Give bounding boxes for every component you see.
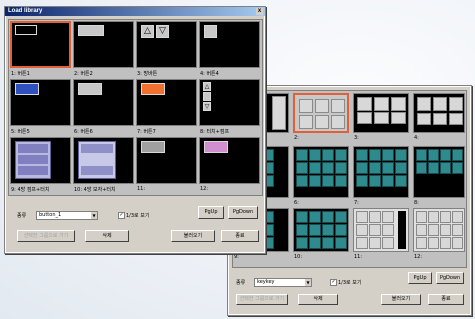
type-select[interactable]: keykey ▼ — [254, 278, 312, 287]
close-button[interactable]: 종료 — [428, 294, 464, 305]
chevron-down-icon: ▼ — [305, 279, 311, 286]
tile-caption: 3: — [354, 135, 359, 141]
pgdown-button[interactable]: PgDown — [228, 206, 258, 219]
tile-caption: 8: — [414, 200, 419, 206]
tile-slot-2[interactable] — [73, 21, 134, 68]
arrow-down-icon: ▽ — [203, 102, 211, 111]
window-titlebar[interactable]: Load library x — [5, 7, 265, 16]
view-third-label: 1/3로 보기 — [338, 280, 362, 286]
tile-caption: 12: — [414, 254, 423, 260]
type-label: 종류 — [236, 280, 246, 286]
tile-slot-1[interactable] — [10, 21, 71, 68]
load-button[interactable]: 불러오기 — [171, 230, 215, 242]
tile-slot-9[interactable] — [10, 137, 71, 184]
tile-caption: 6: — [294, 200, 299, 206]
tile-caption: 2: 버튼2 — [74, 71, 93, 77]
load-library-window-buttons: Load library x △ ▽ 1: 버튼1 2: 버튼2 3: 방바튼 … — [4, 6, 266, 254]
go-to-group-button[interactable]: 선택한 그룹으로 가기 — [236, 294, 288, 305]
tile-slot-10[interactable] — [293, 208, 349, 252]
chevron-down-icon: ▼ — [91, 212, 97, 219]
tile-caption: 12: — [200, 186, 209, 192]
tile-caption: 9: — [234, 254, 239, 260]
tile-slot-8[interactable]: △ ▽ — [199, 79, 260, 126]
pgdown-button[interactable]: PgDown — [436, 272, 464, 284]
arrow-up-icon: △ — [141, 25, 154, 38]
pgup-button[interactable]: PgUp — [408, 272, 432, 284]
view-third-checkbox[interactable]: ✓ — [330, 279, 337, 286]
tile-slot-3[interactable]: △ ▽ — [136, 21, 197, 68]
tile-caption: 10: 4방 보자+터치 — [74, 187, 116, 193]
go-to-group-button[interactable]: 선택한 그룹으로 가기 — [17, 230, 75, 242]
tile-slot-2[interactable] — [293, 93, 349, 133]
type-select-value: keykey — [257, 279, 275, 285]
arrow-down-icon: ▽ — [156, 25, 169, 38]
tile-caption: 4: — [414, 135, 419, 141]
tile-caption: 7: 버튼7 — [137, 129, 156, 135]
tile-caption: 2: — [294, 135, 299, 141]
arrow-up-icon: △ — [203, 82, 211, 91]
tile-slot-7[interactable] — [353, 146, 409, 198]
type-select[interactable]: button_1 ▼ — [36, 211, 98, 220]
tile-caption: 1: 버튼1 — [11, 71, 30, 77]
delete-button[interactable]: 삭제 — [298, 294, 338, 305]
tile-slot-10[interactable] — [73, 137, 134, 184]
tile-caption: 6: 버튼6 — [74, 129, 93, 135]
tile-caption: 3: 방바튼 — [137, 71, 158, 77]
tile-caption: 5: 버튼5 — [11, 129, 30, 135]
tile-slot-4[interactable] — [413, 93, 465, 133]
close-button[interactable]: 종료 — [221, 230, 259, 242]
tile-caption: 8: 터치+점프 — [200, 129, 230, 135]
tile-caption: 4: 버튼4 — [200, 71, 219, 77]
tile-caption: 11: — [137, 186, 146, 192]
tile-slot-11[interactable] — [353, 208, 409, 252]
tile-slot-8[interactable] — [413, 146, 465, 198]
tile-slot-6[interactable] — [293, 146, 349, 198]
view-third-checkbox[interactable]: ✓ — [118, 212, 125, 219]
load-button[interactable]: 불러오기 — [381, 294, 421, 305]
delete-button[interactable]: 삭제 — [85, 230, 129, 242]
tile-slot-6[interactable] — [73, 79, 134, 126]
tile-caption: 10: — [294, 254, 303, 260]
tile-caption: 9: 4방 점프+터치 — [11, 187, 50, 193]
tile-slot-12[interactable] — [413, 208, 465, 252]
window-title: Load library — [8, 8, 43, 14]
tile-caption: 7: — [354, 200, 359, 206]
tile-slot-12[interactable] — [199, 137, 260, 184]
close-icon[interactable]: x — [256, 8, 263, 15]
tile-slot-5[interactable] — [10, 79, 71, 126]
type-label: 종류 — [17, 213, 27, 219]
tile-slot-3[interactable] — [353, 93, 409, 133]
tile-slot-11[interactable] — [136, 137, 197, 184]
pgup-button[interactable]: PgUp — [198, 206, 224, 219]
type-select-value: button_1 — [39, 212, 62, 218]
tile-slot-7[interactable] — [136, 79, 197, 126]
tile-caption: 11: — [354, 254, 363, 260]
tile-slot-4[interactable] — [199, 21, 260, 68]
view-third-label: 1/3로 보기 — [126, 213, 150, 219]
